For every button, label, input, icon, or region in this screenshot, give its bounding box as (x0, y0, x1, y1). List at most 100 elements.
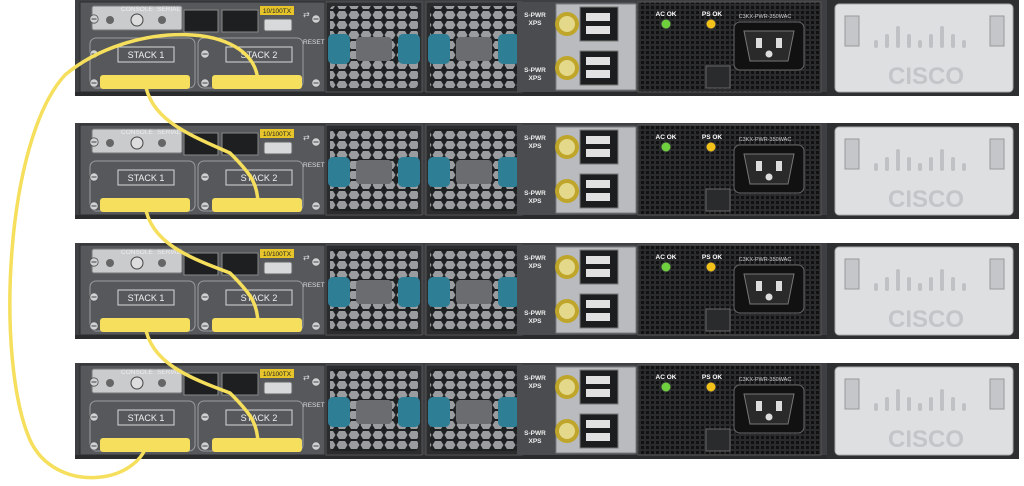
fan-module (425, 124, 523, 216)
reset-label: RESET (303, 39, 325, 46)
spwr-label: S-PWR (524, 12, 546, 19)
psu-handle (705, 188, 731, 212)
cisco-logo-bar (885, 157, 889, 171)
spwr-label: S-PWR (524, 255, 546, 262)
cisco-logo-bar (940, 269, 944, 291)
cisco-logo-bar (962, 40, 966, 48)
usb-icon: ⇄ (303, 133, 310, 142)
reset-label: RESET (303, 402, 325, 409)
xps-label: XPS (528, 263, 542, 270)
mgmt-label: 10/100TX (263, 131, 292, 138)
mgmt-label: 10/100TX (263, 8, 292, 15)
switch-stack-diagram: CONSOLE SERIAL 10/100TX ⇄ RESET STACK 1 STACK … (0, 0, 1024, 486)
cisco-logo-bar (951, 277, 955, 291)
cisco-logo-bar (896, 389, 900, 411)
fan-hub (456, 280, 492, 304)
fan-module (325, 1, 423, 93)
cisco-logo-bar (918, 163, 922, 171)
psu-model-label: C3KX-PWR-350WAC (739, 257, 792, 263)
stack1-label: STACK 1 (128, 173, 165, 183)
stack2-label: STACK 2 (241, 413, 278, 423)
fan-blade (498, 277, 520, 307)
stack1-label: STACK 1 (128, 413, 165, 423)
fan-blade (428, 34, 450, 64)
fan-blade (498, 34, 520, 64)
usb-port (263, 18, 293, 32)
xps2-label: XPS (528, 438, 542, 445)
cisco-logo-bar (907, 277, 911, 291)
xps-port (579, 369, 619, 405)
cisco-brand-label: CISCO (888, 186, 964, 213)
fan-blade (398, 397, 420, 427)
xps-port (579, 293, 619, 329)
usb-port (263, 261, 293, 275)
serial-label: SERIAL (157, 6, 181, 13)
cisco-logo-bar (940, 149, 944, 171)
cisco-logo-bar (962, 283, 966, 291)
reset-label: RESET (303, 282, 325, 289)
cisco-logo-bar (918, 403, 922, 411)
spwr-label: S-PWR (524, 135, 546, 142)
reset-label: RESET (303, 162, 325, 169)
cisco-logo-bar (874, 283, 878, 291)
psu-model-label: C3KX-PWR-350WAC (739, 137, 792, 143)
cisco-logo-bar (896, 269, 900, 291)
ac-ok-label: AC OK (656, 254, 677, 261)
cisco-brand-label: CISCO (888, 426, 964, 453)
ps-ok-label: PS OK (702, 374, 723, 381)
fan-hub (456, 37, 492, 61)
ps-ok-led (705, 381, 717, 393)
ac-ok-led (660, 141, 672, 153)
stack2-label: STACK 2 (241, 173, 278, 183)
cisco-logo-bar (918, 283, 922, 291)
mgmt-label: 10/100TX (263, 371, 292, 378)
spwr2-label: S-PWR (524, 310, 546, 317)
ps-ok-led (705, 261, 717, 273)
fan-blade (328, 277, 350, 307)
ac-ok-label: AC OK (656, 134, 677, 141)
xps-port (579, 413, 619, 449)
fan-blade (498, 157, 520, 187)
spwr2-label: S-PWR (524, 190, 546, 197)
psu-model-label: C3KX-PWR-350WAC (739, 14, 792, 20)
diagram-canvas: CONSOLE SERIAL 10/100TX ⇄ RESET STACK 1 STACK … (8, 0, 1019, 480)
cisco-logo-bar (885, 34, 889, 48)
fan-module (325, 364, 423, 456)
fan-hub (356, 280, 392, 304)
cisco-logo-bar (896, 149, 900, 171)
cisco-brand-label: CISCO (888, 306, 964, 333)
cisco-logo-bar (962, 163, 966, 171)
usb-icon: ⇄ (303, 373, 310, 382)
fan-module (425, 364, 523, 456)
fan-hub (356, 400, 392, 424)
cisco-logo-bar (885, 397, 889, 411)
cisco-logo-bar (885, 277, 889, 291)
cisco-logo-bar (940, 26, 944, 48)
cisco-logo-bar (907, 397, 911, 411)
ac-ok-label: AC OK (656, 11, 677, 18)
cisco-brand-label: CISCO (888, 63, 964, 90)
xps-label: XPS (528, 143, 542, 150)
ps-ok-label: PS OK (702, 254, 723, 261)
xps2-label: XPS (528, 198, 542, 205)
cisco-logo-bar (929, 157, 933, 171)
cisco-logo-bar (929, 397, 933, 411)
xps-port (579, 6, 619, 42)
ps-ok-led (705, 141, 717, 153)
switch-unit: CONSOLE SERIAL 10/100TX ⇄RESETSTACK 1 STACK … (75, 243, 1019, 339)
mgmt-label: 10/100TX (263, 251, 292, 258)
spwr2-label: S-PWR (524, 67, 546, 74)
console-label: CONSOLE (121, 6, 153, 13)
usb-port (263, 381, 293, 395)
cisco-logo-bar (907, 34, 911, 48)
cisco-logo-bar (874, 40, 878, 48)
switch-unit: CONSOLE SERIAL 10/100TX ⇄RESETSTACK 1 STACK … (75, 0, 1019, 96)
usb-port (263, 141, 293, 155)
fan-module (425, 244, 523, 336)
fan-module (325, 124, 423, 216)
xps-label: XPS (528, 383, 542, 390)
cisco-logo-bar (940, 389, 944, 411)
fan-blade (328, 157, 350, 187)
stack1-label: STACK 1 (128, 293, 165, 303)
fan-hub (456, 400, 492, 424)
